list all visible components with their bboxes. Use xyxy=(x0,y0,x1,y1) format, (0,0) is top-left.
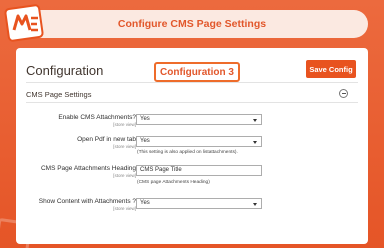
scope-text: [store view] xyxy=(113,206,136,211)
select-value: Yes xyxy=(140,200,150,206)
header-title: Configure CMS Page Settings xyxy=(117,18,267,30)
chevron-down-icon xyxy=(253,202,257,206)
brand-logo-icon xyxy=(4,4,44,42)
chevron-down-icon xyxy=(253,118,257,122)
heading-input[interactable]: CMS Page Title xyxy=(136,165,262,176)
header-bar: Configure CMS Page Settings xyxy=(16,10,368,38)
divider xyxy=(26,102,358,103)
enable-attachments-select[interactable]: Yes xyxy=(136,114,262,125)
heading-label: CMS Page Attachments Heading [store view… xyxy=(36,165,136,179)
chevron-down-icon xyxy=(253,140,257,144)
scope-text: [store view] xyxy=(113,122,136,127)
select-value: Yes xyxy=(140,138,150,144)
save-config-button[interactable]: Save Config xyxy=(306,60,356,78)
show-content-select[interactable]: Yes xyxy=(136,198,262,209)
configuration-panel: Configuration Configuration 3 Save Confi… xyxy=(16,48,368,244)
open-pdf-select[interactable]: Yes xyxy=(136,136,262,147)
scope-text: [store view] xyxy=(113,144,136,149)
minus-circle-icon[interactable] xyxy=(339,89,348,98)
select-value: Yes xyxy=(140,116,150,122)
enable-attachments-label: Enable CMS Attachments? [store view] xyxy=(36,114,136,128)
open-pdf-note: (This setting is also applied on listatt… xyxy=(137,150,238,155)
field-label-text: Show Content with Attachments ? xyxy=(38,198,136,205)
field-label-text: CMS Page Attachments Heading xyxy=(40,165,136,172)
step-callout: Configuration 3 xyxy=(154,62,240,82)
field-label-text: Enable CMS Attachments? xyxy=(58,114,136,121)
divider xyxy=(26,82,358,83)
field-label-text: Open Pdf in new tab xyxy=(77,136,136,143)
page-title: Configuration xyxy=(26,63,104,78)
show-content-label: Show Content with Attachments ? [store v… xyxy=(36,198,136,212)
heading-note: (CMS page Attachments Heading) xyxy=(137,180,210,185)
section-title[interactable]: CMS Page Settings xyxy=(26,90,91,99)
open-pdf-label: Open Pdf in new tab [store view] xyxy=(36,136,136,150)
scope-text: [store view] xyxy=(113,173,136,178)
